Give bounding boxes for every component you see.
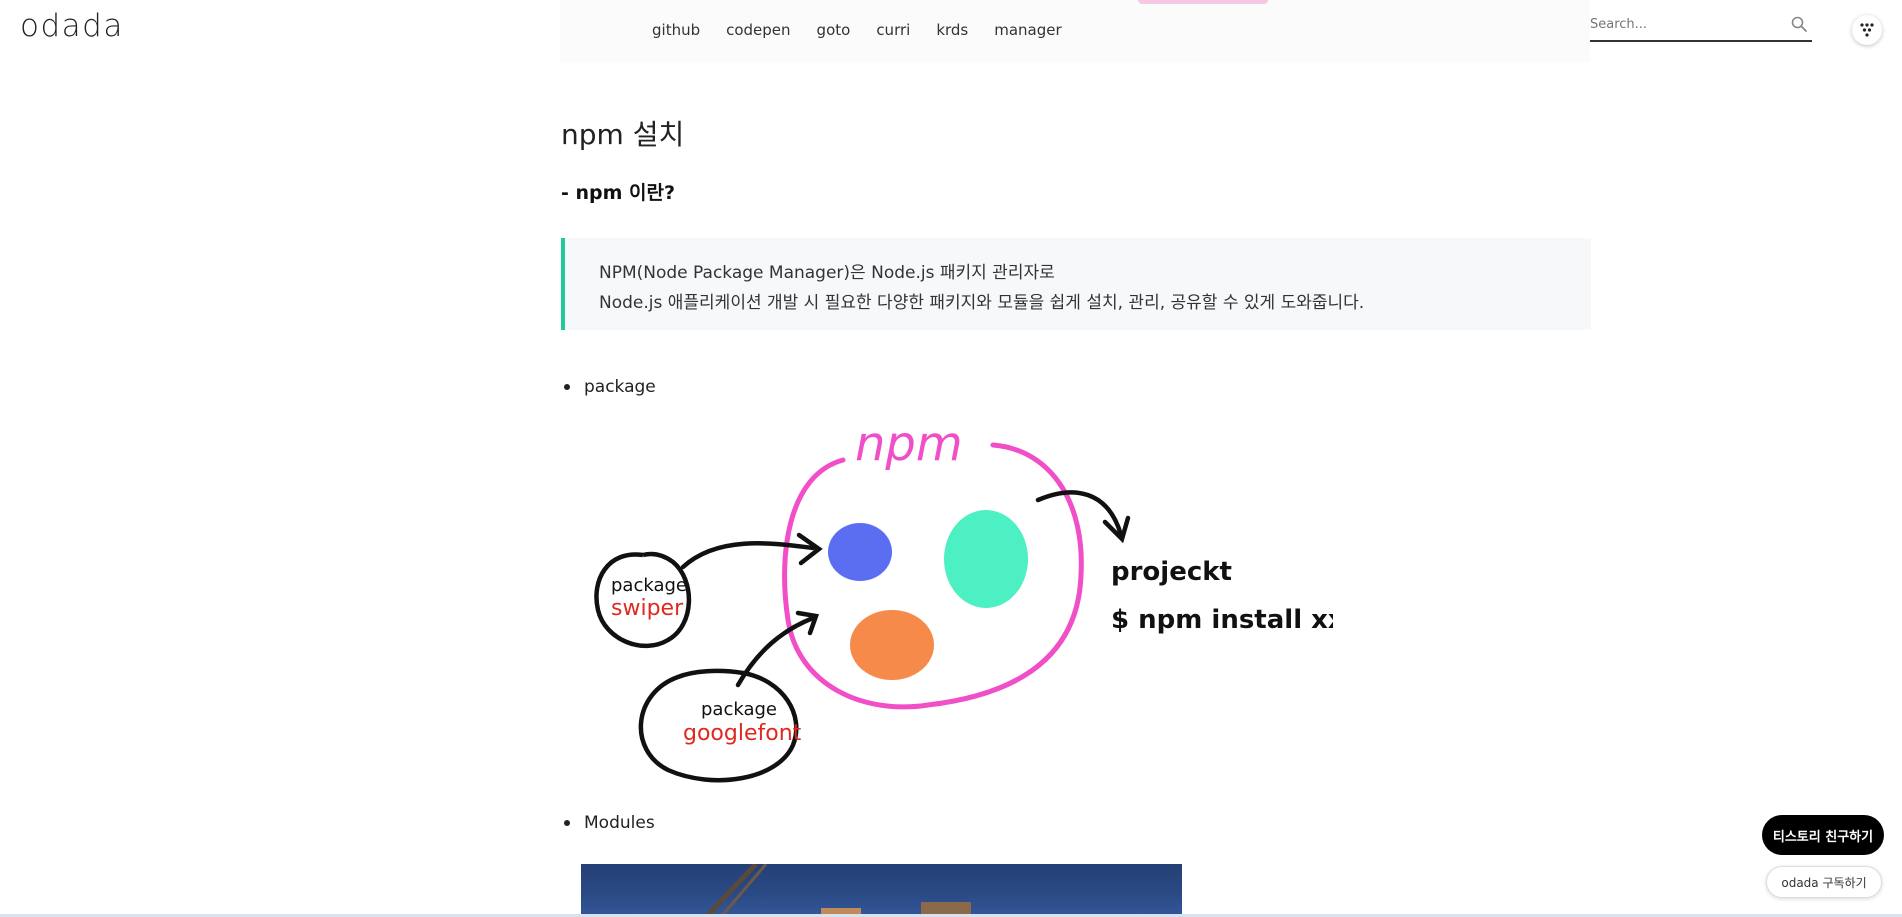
- subscribe-button[interactable]: odada 구독하기: [1766, 866, 1882, 898]
- nav-link-manager[interactable]: manager: [994, 21, 1061, 39]
- crane-photo-shapes: [704, 864, 971, 917]
- article-title: npm 설치: [561, 118, 685, 151]
- list-item-label: Modules: [584, 813, 655, 833]
- npm-circle: [782, 442, 1084, 710]
- site-header: odada github codepen goto curri krds man…: [0, 0, 1902, 62]
- list-item-package: package: [561, 377, 656, 397]
- search-box: [1590, 12, 1812, 42]
- package-googlefont-label: package: [701, 699, 777, 720]
- search-icon[interactable]: [1790, 15, 1808, 33]
- nav-link-github[interactable]: github: [652, 21, 700, 39]
- nav-link-krds[interactable]: krds: [936, 21, 968, 39]
- npm-label: npm: [855, 416, 963, 472]
- package-swiper-name: swiper: [611, 596, 684, 621]
- site-logo[interactable]: odada: [20, 8, 124, 44]
- bullet-dot: [564, 384, 570, 390]
- blockquote: NPM(Node Package Manager)은 Node.js 패키지 관…: [561, 238, 1591, 330]
- search-input[interactable]: [1590, 12, 1780, 36]
- nav-link-codepen[interactable]: codepen: [726, 21, 790, 39]
- npm-install-command: $ npm install xxx: [1111, 605, 1333, 635]
- package-swiper-label: package: [611, 575, 687, 596]
- orange-package-blob: [850, 610, 934, 680]
- quote-line: NPM(Node Package Manager)은 Node.js 패키지 관…: [599, 263, 1055, 283]
- bullet-dot: [564, 820, 570, 826]
- modules-photo: [581, 864, 1182, 917]
- tistory-friend-button[interactable]: 티스토리 친구하기: [1762, 815, 1884, 855]
- list-item-label: package: [584, 377, 656, 397]
- dots-menu-icon: [1860, 23, 1874, 37]
- nav-link-goto[interactable]: goto: [817, 21, 851, 39]
- menu-button[interactable]: [1852, 15, 1882, 45]
- package-googlefont-name: googlefont: [683, 721, 802, 746]
- header-decoration: [1138, 0, 1268, 4]
- green-package-blob: [944, 510, 1028, 608]
- blue-package-blob: [828, 523, 892, 581]
- npm-diagram: npm package swiper package googlefont pr…: [594, 416, 1333, 783]
- list-item-modules: Modules: [561, 813, 655, 833]
- article-subtitle: - npm 이란?: [561, 182, 676, 204]
- project-label: projeckt: [1111, 557, 1232, 587]
- arrow-swiper: [680, 541, 816, 570]
- quote-line: Node.js 애플리케이션 개발 시 필요한 다양한 패키지와 모듈을 쉽게 …: [599, 293, 1365, 313]
- top-nav: github codepen goto curri krds manager: [652, 21, 1062, 39]
- nav-link-curri[interactable]: curri: [876, 21, 910, 39]
